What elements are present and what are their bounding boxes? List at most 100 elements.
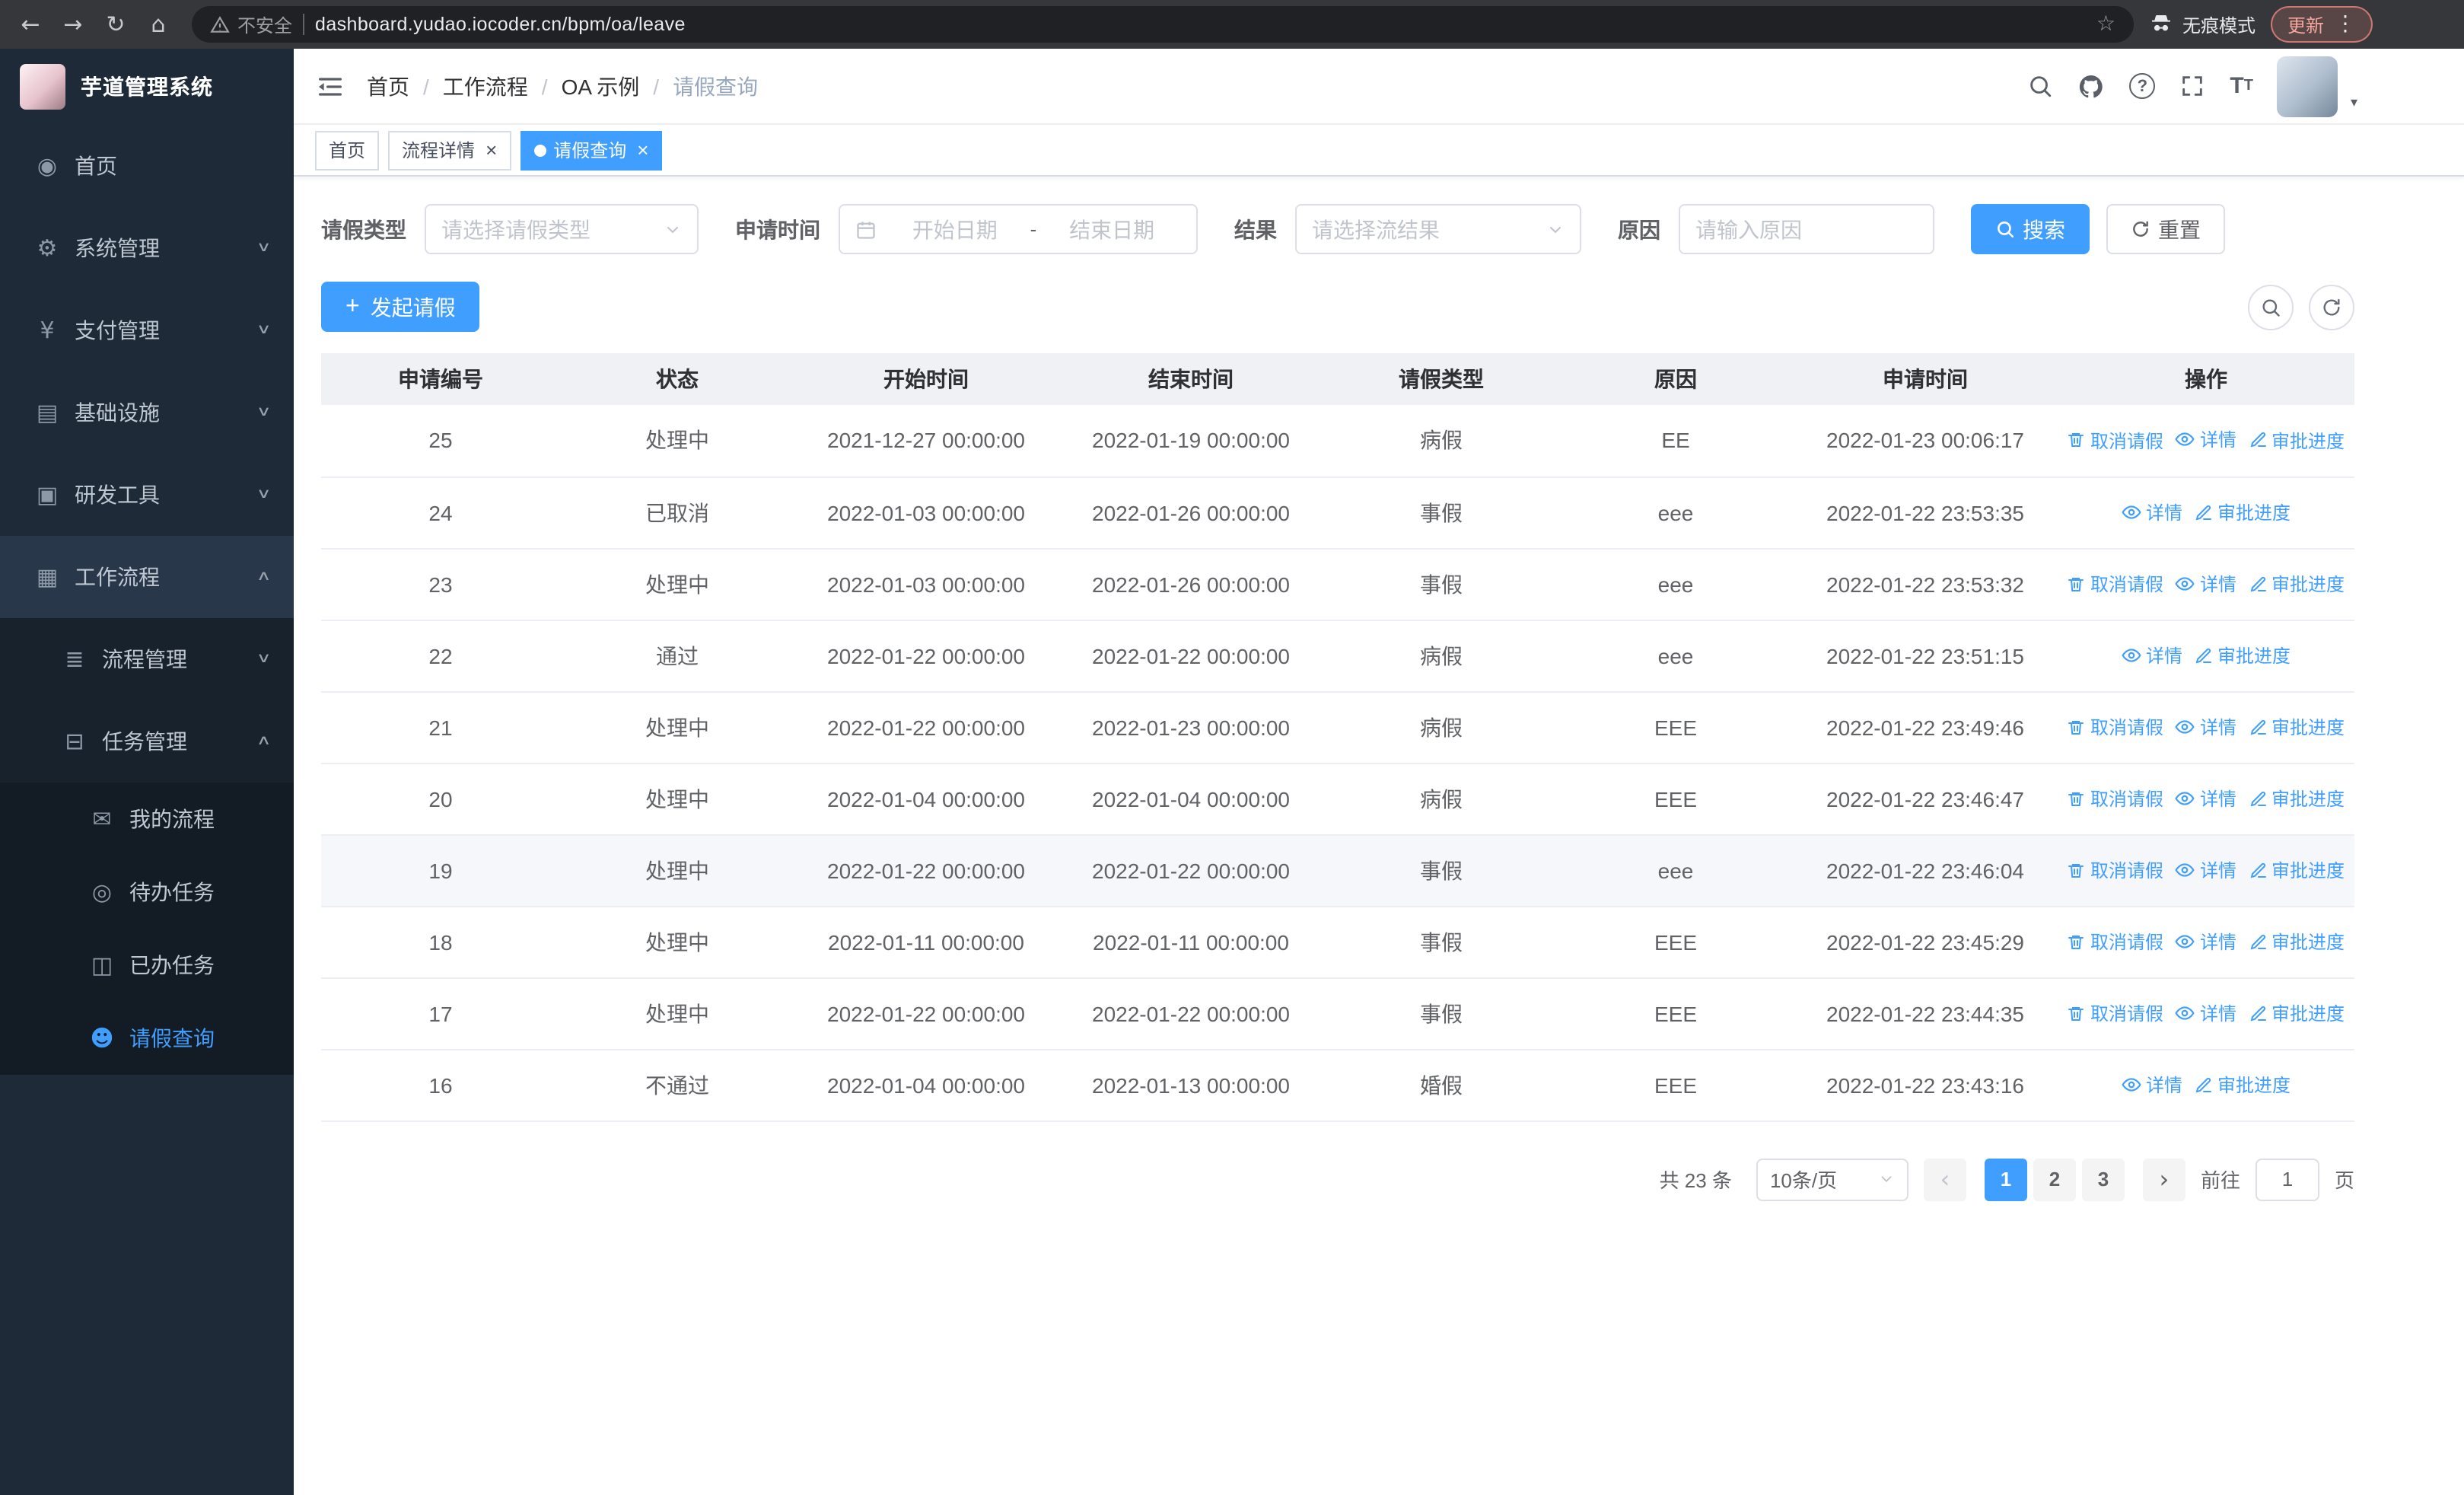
- sidebar-item-done-tasks[interactable]: ◫ 已办任务: [0, 929, 294, 1002]
- tab-close-icon[interactable]: ×: [637, 140, 648, 160]
- end-date-placeholder[interactable]: 结束日期: [1043, 214, 1181, 244]
- apply-time-range-picker[interactable]: 开始日期 - 结束日期: [839, 204, 1198, 254]
- sidebar-item-process-management[interactable]: ≣ 流程管理 ∨: [0, 618, 294, 700]
- detail-link[interactable]: 详情: [2176, 785, 2236, 811]
- todo-icon: ◎: [91, 878, 113, 906]
- breadcrumb-item-workflow[interactable]: 工作流程: [443, 71, 528, 101]
- detail-link[interactable]: 详情: [2176, 928, 2236, 954]
- approval-progress-link[interactable]: 审批进度: [2249, 929, 2345, 955]
- cell-apply-id: 16: [321, 1049, 560, 1121]
- leave-type-select[interactable]: 请选择请假类型: [425, 204, 699, 254]
- search-button[interactable]: 搜索: [1971, 204, 2090, 254]
- approval-progress-link[interactable]: 审批进度: [2195, 642, 2291, 668]
- page-size-select[interactable]: 10条/页: [1756, 1158, 1908, 1200]
- cancel-leave-link[interactable]: 取消请假: [2068, 929, 2163, 955]
- page-button-3[interactable]: 3: [2081, 1158, 2125, 1200]
- cancel-leave-link[interactable]: 取消请假: [2068, 428, 2163, 454]
- detail-link[interactable]: 详情: [2176, 427, 2236, 453]
- sidebar-item-task-management[interactable]: ⊟ 任务管理 ∧: [0, 700, 294, 783]
- detail-link[interactable]: 详情: [2122, 642, 2182, 668]
- browser-forward-button[interactable]: →: [52, 3, 94, 46]
- url-text[interactable]: dashboard.yudao.iocoder.cn/bpm/oa/leave: [315, 14, 2086, 35]
- reset-button[interactable]: 重置: [2106, 204, 2225, 254]
- task-icon: ⊟: [65, 728, 84, 755]
- github-icon[interactable]: [2077, 72, 2105, 100]
- app-logo[interactable]: 芋道管理系统: [0, 49, 294, 125]
- toggle-search-button[interactable]: [2248, 284, 2294, 330]
- breadcrumb-item-home[interactable]: 首页: [367, 71, 409, 101]
- tab-leave-query[interactable]: 请假查询 ×: [520, 130, 663, 170]
- detail-link[interactable]: 详情: [2176, 999, 2236, 1025]
- sidebar-toggle-button[interactable]: [315, 71, 345, 101]
- detail-link[interactable]: 详情: [2176, 713, 2236, 739]
- reason-input[interactable]: [1679, 204, 1934, 254]
- cancel-leave-link[interactable]: 取消请假: [2068, 786, 2163, 811]
- browser-reload-button[interactable]: ↻: [94, 3, 137, 46]
- approval-progress-link[interactable]: 审批进度: [2249, 428, 2345, 454]
- start-date-placeholder[interactable]: 开始日期: [886, 214, 1024, 244]
- next-page-button[interactable]: ›: [2142, 1158, 2185, 1200]
- sidebar-item-label: 研发工具: [75, 483, 160, 507]
- cell-apply-time: 2022-01-22 23:46:04: [1793, 834, 2058, 907]
- font-size-icon[interactable]: TT: [2230, 73, 2253, 99]
- prev-page-button[interactable]: ‹: [1923, 1158, 1966, 1200]
- sidebar-item-workflow[interactable]: ▦ 工作流程 ∧: [0, 536, 294, 618]
- cell-status: 处理中: [560, 977, 794, 1050]
- table-toolbar: + 发起请假: [321, 282, 2354, 332]
- cancel-leave-link[interactable]: 取消请假: [2068, 571, 2163, 597]
- approval-progress-link[interactable]: 审批进度: [2249, 857, 2345, 883]
- page-button-2[interactable]: 2: [2033, 1158, 2076, 1200]
- sidebar-item-dev-tools[interactable]: ▣ 研发工具 ∨: [0, 454, 294, 536]
- approval-progress-link[interactable]: 审批进度: [2195, 499, 2291, 525]
- approval-progress-link[interactable]: 审批进度: [2195, 1072, 2291, 1098]
- approval-progress-link[interactable]: 审批进度: [2249, 786, 2345, 811]
- tab-process-detail[interactable]: 流程详情 ×: [388, 130, 511, 170]
- sidebar-item-my-process[interactable]: ✉ 我的流程: [0, 783, 294, 856]
- cell-operations: 取消请假 详情 审批进度: [2058, 405, 2354, 477]
- sidebar-item-system-management[interactable]: ⚙ 系统管理 ∨: [0, 207, 294, 289]
- browser-address-bar[interactable]: 不安全 dashboard.yudao.iocoder.cn/bpm/oa/le…: [192, 6, 2134, 43]
- browser-update-button[interactable]: 更新 ⋮: [2270, 6, 2373, 43]
- cell-start-time: 2022-01-03 00:00:00: [794, 477, 1058, 549]
- tab-close-icon[interactable]: ×: [485, 140, 497, 160]
- sidebar-item-leave-query[interactable]: ☻ 请假查询: [0, 1002, 294, 1075]
- security-warning[interactable]: 不安全: [210, 11, 292, 37]
- detail-link[interactable]: 详情: [2176, 570, 2236, 596]
- sidebar-item-infrastructure[interactable]: ▤ 基础设施 ∨: [0, 371, 294, 454]
- sidebar-item-payment-management[interactable]: ¥ 支付管理 ∨: [0, 289, 294, 371]
- sidebar-item-home[interactable]: ◉ 首页: [0, 125, 294, 207]
- column-header-3: 结束时间: [1058, 353, 1324, 405]
- cancel-leave-link[interactable]: 取消请假: [2068, 714, 2163, 740]
- detail-link[interactable]: 详情: [2122, 499, 2182, 524]
- approval-progress-link[interactable]: 审批进度: [2249, 1000, 2345, 1026]
- browser-menu-icon[interactable]: ⋮: [2335, 12, 2356, 37]
- page-button-1[interactable]: 1: [1984, 1158, 2027, 1200]
- refresh-icon: [2131, 219, 2150, 239]
- result-select[interactable]: 请选择流结果: [1295, 204, 1581, 254]
- create-leave-button[interactable]: + 发起请假: [321, 282, 480, 332]
- avatar[interactable]: [2277, 56, 2338, 116]
- avatar-caret-icon[interactable]: ▾: [2351, 95, 2357, 110]
- goto-page-input[interactable]: [2255, 1158, 2319, 1200]
- detail-link[interactable]: 详情: [2176, 856, 2236, 882]
- browser-home-button[interactable]: ⌂: [137, 3, 180, 46]
- cancel-leave-link[interactable]: 取消请假: [2068, 857, 2163, 883]
- detail-link[interactable]: 详情: [2122, 1071, 2182, 1097]
- search-icon[interactable]: [2027, 73, 2053, 99]
- workflow-icon: ▦: [36, 563, 59, 591]
- bookmark-star-icon[interactable]: ☆: [2096, 12, 2115, 37]
- cancel-leave-link[interactable]: 取消请假: [2068, 1000, 2163, 1026]
- refresh-table-button[interactable]: [2309, 284, 2354, 330]
- sidebar-item-todo-tasks[interactable]: ◎ 待办任务: [0, 856, 294, 929]
- breadcrumb-item-oa-example[interactable]: OA 示例: [562, 71, 640, 101]
- browser-back-button[interactable]: ←: [9, 3, 52, 46]
- sidebar-item-label: 待办任务: [129, 880, 215, 904]
- approval-progress-link[interactable]: 审批进度: [2249, 714, 2345, 740]
- op-label: 取消请假: [2090, 430, 2163, 452]
- cell-end-time: 2022-01-23 00:00:00: [1058, 691, 1324, 763]
- approval-progress-link[interactable]: 审批进度: [2249, 571, 2345, 597]
- tab-home[interactable]: 首页: [315, 130, 380, 170]
- cell-status: 处理中: [560, 763, 794, 835]
- help-icon[interactable]: ?: [2129, 73, 2156, 99]
- fullscreen-icon[interactable]: [2179, 73, 2205, 99]
